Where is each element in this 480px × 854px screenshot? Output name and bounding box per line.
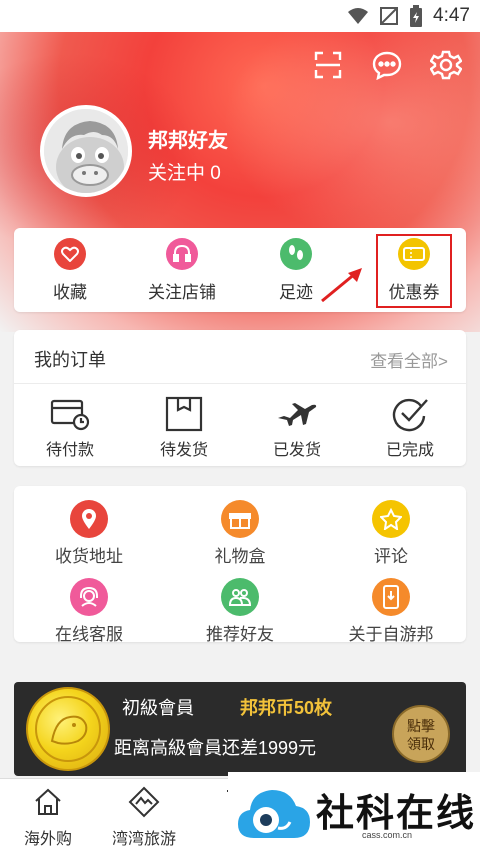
order-status-label: 已发货 (272, 442, 321, 459)
order-status-label: 已完成 (385, 442, 434, 459)
service-about[interactable]: 关于自游邦 (326, 578, 456, 645)
gift-icon (221, 500, 259, 538)
quick-action-followed-stores[interactable]: 关注店铺 (132, 238, 232, 303)
cloud-logo-icon (238, 790, 310, 838)
star-icon (372, 500, 410, 538)
headset-icon (166, 238, 198, 270)
username[interactable]: 邦邦好友 (148, 124, 228, 153)
plane-icon (247, 396, 347, 432)
gold-coin-icon (26, 687, 110, 771)
location-pin-icon (70, 500, 108, 538)
service-label: 关于自游邦 (348, 625, 434, 644)
settings-gear-icon[interactable] (429, 48, 463, 82)
claim-button[interactable]: 點擊 領取 (392, 705, 450, 763)
status-bar: 4:47 (0, 0, 480, 32)
watermark-url: cass.com.cn (362, 830, 413, 840)
order-status-label: 待付款 (45, 442, 94, 459)
tab-label: 海外购 (23, 831, 72, 848)
service-recommend-friends[interactable]: 推荐好友 (175, 578, 305, 645)
order-shipped[interactable]: 已发货 (247, 396, 347, 460)
box-icon (134, 396, 234, 432)
claim-button-line1: 點擊 (407, 718, 435, 734)
quick-action-favorites[interactable]: 收藏 (20, 238, 120, 303)
member-upgrade-progress: 距离高級會員还差1999元 (114, 738, 317, 758)
order-pending-payment[interactable]: 待付款 (20, 396, 120, 460)
home-icon (0, 785, 96, 819)
wallet-clock-icon (20, 396, 120, 432)
wifi-icon (348, 8, 369, 24)
service-label: 推荐好友 (206, 625, 274, 644)
quick-action-label: 收藏 (53, 283, 87, 302)
no-signal-icon (380, 7, 399, 25)
quick-actions-card: 收藏 关注店铺 足迹 优惠券 (14, 228, 466, 312)
service-label: 在线客服 (55, 625, 123, 644)
service-online-support[interactable]: 在线客服 (24, 578, 154, 645)
tab-taiwan-travel[interactable]: 湾湾旅游 (96, 785, 192, 849)
status-time: 4:47 (433, 5, 470, 26)
service-shipping-address[interactable]: 收货地址 (24, 500, 154, 567)
coupon-highlight-box (376, 234, 452, 308)
orders-header: 我的订单 查看全部> (14, 330, 466, 384)
message-icon[interactable] (370, 48, 404, 82)
member-coins: 邦邦币50枚 (240, 698, 333, 718)
service-label: 评论 (374, 547, 408, 566)
service-reviews[interactable]: 评论 (326, 500, 456, 567)
tab-overseas-shopping[interactable]: 海外购 (0, 785, 96, 849)
tab-label: 湾湾旅游 (111, 831, 176, 848)
services-card: 收货地址 礼物盒 评论 在线客服 推荐好友 关于自游邦 (14, 486, 466, 645)
service-label: 礼物盒 (214, 547, 266, 566)
order-pending-shipment[interactable]: 待发货 (134, 396, 234, 460)
friends-icon (221, 578, 259, 616)
member-level: 初級會員 (122, 698, 194, 718)
membership-banner[interactable]: 初級會員 邦邦币50枚 距离高級會員还差1999元 點擊 領取 (14, 682, 466, 776)
quick-action-label: 关注店铺 (148, 283, 216, 302)
battery-icon (410, 5, 423, 27)
watermark-brand: 社科在线 (316, 793, 477, 835)
footprint-icon (280, 238, 312, 270)
order-status-label: 待发货 (159, 442, 208, 459)
orders-title: 我的订单 (34, 350, 106, 370)
avatar[interactable] (40, 105, 132, 197)
my-orders-card: 我的订单 查看全部> 待付款 待发货 已发货 已完成 (14, 330, 466, 466)
order-completed[interactable]: 已完成 (360, 396, 460, 460)
phone-download-icon (372, 578, 410, 616)
service-gift-box[interactable]: 礼物盒 (175, 500, 305, 567)
claim-button-line2: 領取 (407, 736, 435, 752)
status-icons: 4:47 (347, 5, 470, 27)
heart-icon (54, 238, 86, 270)
annotation-arrow-icon (321, 268, 362, 303)
following-count[interactable]: 关注中 0 (148, 158, 221, 185)
watermark: 社科在线 cass.com.cn (228, 772, 480, 854)
view-all-orders-link[interactable]: 查看全部> (370, 347, 448, 372)
service-label: 收货地址 (55, 547, 123, 566)
customer-service-icon (70, 578, 108, 616)
scan-icon[interactable] (311, 48, 345, 82)
travel-icon (96, 785, 192, 819)
check-circle-icon (360, 396, 460, 432)
